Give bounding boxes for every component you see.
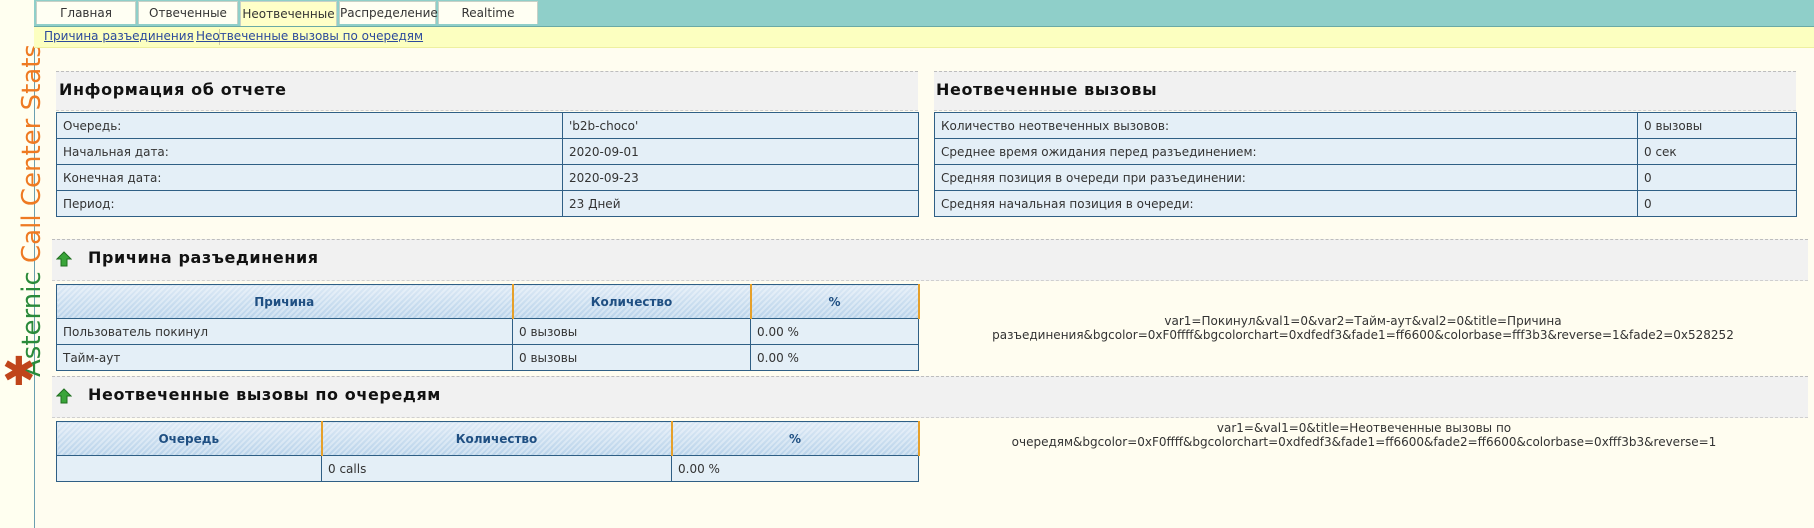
table-row: Средняя позиция в очереди при разъединен… [934, 164, 1797, 191]
table-cell: 0 calls [321, 455, 672, 482]
report-info-value: 2020-09-23 [562, 164, 919, 191]
tab-realtime[interactable]: Realtime [438, 1, 538, 24]
unanswered-value: 0 [1637, 190, 1797, 217]
table-header-row: Причина Количество % [56, 284, 920, 319]
sub-nav-bar: Причина разъединения Неотвеченные вызовы… [34, 27, 1814, 48]
unanswered-by-queue-table: Очередь Количество % 0 calls 0.00 % [56, 421, 920, 482]
report-info-label: Начальная дата: [56, 138, 563, 165]
unanswered-value: 0 вызовы [1637, 112, 1797, 139]
table-cell: 0 вызовы [512, 318, 751, 345]
queue-chart-placeholder: var1=&val1=0&title=Неотвеченные вызовы п… [930, 421, 1798, 449]
table-row: Количество неотвеченных вызовов: 0 вызов… [934, 112, 1797, 139]
subnav-link-unanswered-by-queue[interactable]: Неотвеченные вызовы по очередям [196, 29, 423, 43]
arrow-up-icon[interactable] [56, 251, 72, 267]
arrow-up-icon[interactable] [56, 388, 72, 404]
top-nav-bar: Главная Отвеченные Неотвеченные Распреде… [34, 0, 1814, 27]
column-header[interactable]: Очередь [56, 421, 323, 456]
tab-unanswered[interactable]: Неотвеченные [240, 1, 337, 26]
table-row: Начальная дата: 2020-09-01 [56, 138, 919, 165]
report-info-value: 'b2b-choco' [562, 112, 919, 139]
table-row: Среднее время ожидания перед разъединени… [934, 138, 1797, 165]
report-info-title: Информация об отчете [59, 80, 287, 99]
table-row: Средняя начальная позиция в очереди: 0 [934, 190, 1797, 217]
table-header-row: Очередь Количество % [56, 421, 920, 456]
disconnect-reason-title: Причина разъединения [88, 248, 319, 267]
table-row: 0 calls 0.00 % [56, 455, 919, 482]
unanswered-by-queue-title: Неотвеченные вызовы по очередям [88, 385, 441, 404]
unanswered-value: 0 сек [1637, 138, 1797, 165]
table-cell [56, 455, 322, 482]
chart-param-text: разъединения&bgcolor=0xF0ffff&bgcolorcha… [992, 328, 1734, 342]
unanswered-label: Средняя позиция в очереди при разъединен… [934, 164, 1638, 191]
disconnect-reason-header: Причина разъединения [52, 239, 1808, 281]
subnav-link-disconnect-reason[interactable]: Причина разъединения [44, 29, 194, 43]
table-cell: Пользователь покинул [56, 318, 513, 345]
disconnect-reason-table: Причина Количество % Пользователь покину… [56, 284, 920, 371]
unanswered-label: Средняя начальная позиция в очереди: [934, 190, 1638, 217]
report-info-label: Период: [56, 190, 563, 217]
report-info-value: 2020-09-01 [562, 138, 919, 165]
disconnect-chart-placeholder: var1=Покинул&val1=0&var2=Тайм-аут&val2=0… [928, 314, 1798, 342]
column-header[interactable]: % [750, 284, 920, 319]
brand-star-icon: ✱ [2, 349, 36, 395]
table-cell: 0.00 % [750, 318, 919, 345]
chart-param-text: var1=&val1=0&title=Неотвеченные вызовы п… [1011, 421, 1717, 449]
unanswered-value: 0 [1637, 164, 1797, 191]
unanswered-summary-table: Количество неотвеченных вызовов: 0 вызов… [934, 112, 1797, 217]
table-cell: 0.00 % [750, 344, 919, 371]
unanswered-label: Количество неотвеченных вызовов: [934, 112, 1638, 139]
nav-tabs: Главная Отвеченные Неотвеченные Распреде… [34, 1, 538, 26]
unanswered-label: Среднее время ожидания перед разъединени… [934, 138, 1638, 165]
brand-strip: Asternic Call Center Stats ✱ [0, 0, 47, 528]
brand-word-stats: Call Center Stats [17, 44, 47, 263]
report-info-label: Очередь: [56, 112, 563, 139]
brand-logo: Asternic Call Center Stats [17, 44, 47, 377]
table-row: Очередь: 'b2b-choco' [56, 112, 919, 139]
table-cell: Тайм-аут [56, 344, 513, 371]
table-cell: 0 вызовы [512, 344, 751, 371]
report-info-table: Очередь: 'b2b-choco' Начальная дата: 202… [56, 112, 919, 217]
column-header[interactable]: % [671, 421, 920, 456]
report-info-value: 23 Дней [562, 190, 919, 217]
column-header[interactable]: Количество [321, 421, 673, 456]
tab-answered[interactable]: Отвеченные [138, 1, 238, 24]
unanswered-by-queue-header: Неотвеченные вызовы по очередям [52, 376, 1808, 418]
table-cell: 0.00 % [671, 455, 919, 482]
report-info-header: Информация об отчете [56, 71, 918, 111]
table-row: Тайм-аут 0 вызовы 0.00 % [56, 344, 919, 371]
column-header[interactable]: Причина [56, 284, 514, 319]
report-info-label: Конечная дата: [56, 164, 563, 191]
tab-home[interactable]: Главная [36, 1, 136, 24]
table-row: Конечная дата: 2020-09-23 [56, 164, 919, 191]
unanswered-title: Неотвеченные вызовы [936, 80, 1158, 99]
unanswered-header: Неотвеченные вызовы [934, 71, 1796, 111]
chart-param-text: var1=Покинул&val1=0&var2=Тайм-аут&val2=0… [1164, 314, 1562, 328]
tab-distribution[interactable]: Распределение [339, 1, 438, 24]
column-header[interactable]: Количество [512, 284, 752, 319]
table-row: Пользователь покинул 0 вызовы 0.00 % [56, 318, 919, 345]
table-row: Период: 23 Дней [56, 190, 919, 217]
